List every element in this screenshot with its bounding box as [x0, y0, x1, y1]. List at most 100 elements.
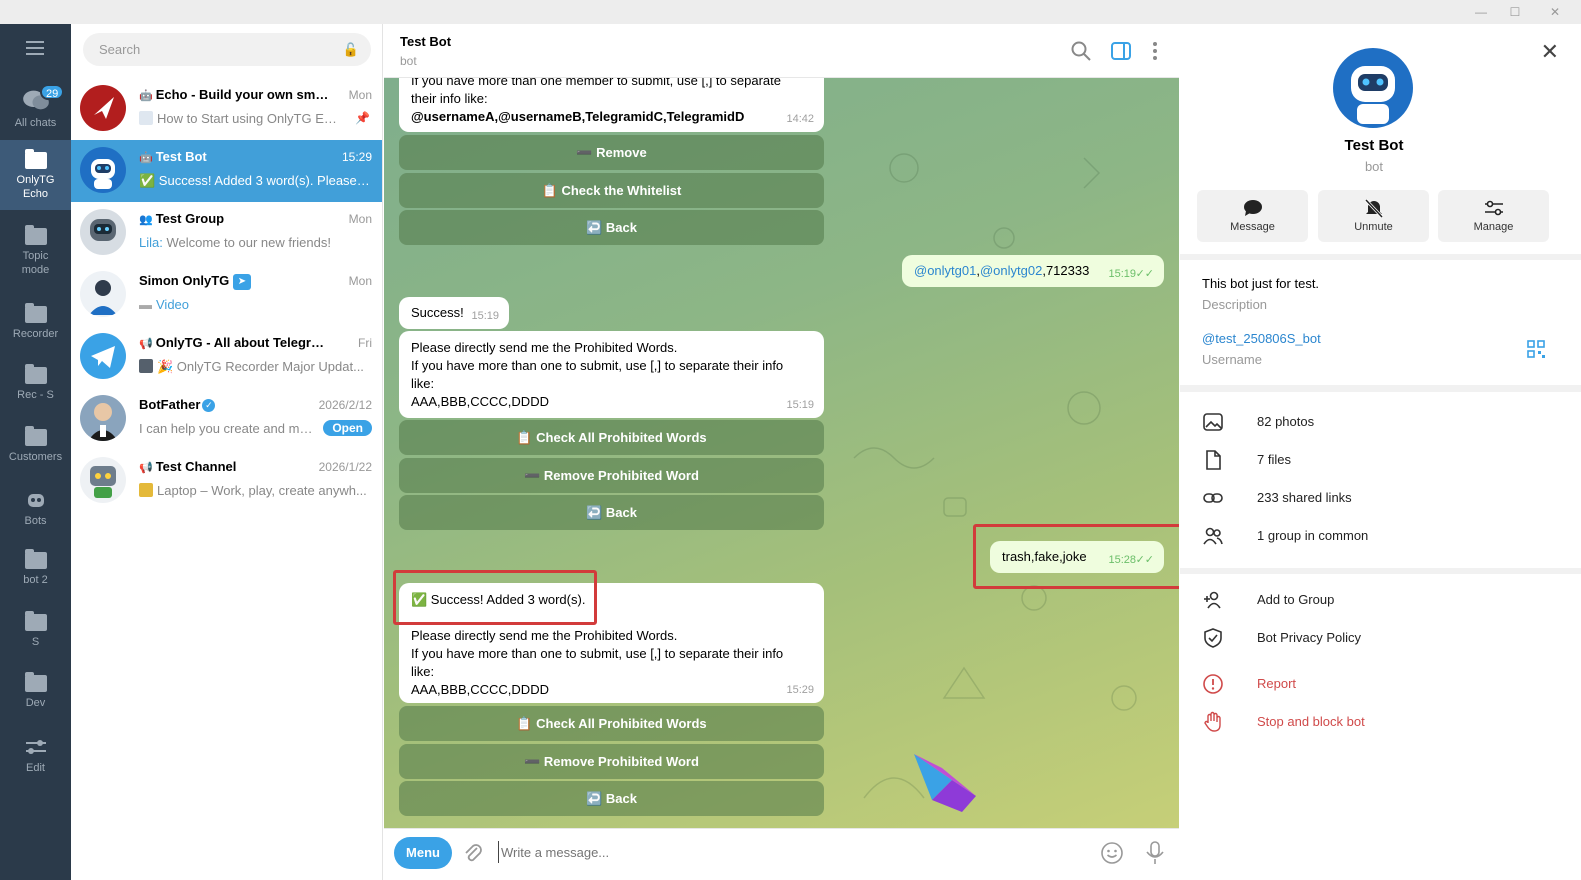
- folder-bot-2[interactable]: bot 2: [0, 540, 71, 601]
- inline-button-remove[interactable]: ➖ Remove: [399, 135, 824, 170]
- bot-icon: 🤖: [139, 152, 153, 164]
- folder-icon: [24, 364, 47, 384]
- add-to-group-row[interactable]: Add to Group: [1180, 582, 1581, 618]
- chat-row-simon[interactable]: Simon OnlyTG ➤ Mon ▬ Video: [71, 264, 382, 326]
- double-check-icon: ✓✓: [1135, 268, 1154, 280]
- folder-icon: [24, 225, 47, 245]
- chat-time: Mon: [348, 274, 372, 288]
- link-icon: [1203, 493, 1223, 503]
- window-close-button[interactable]: ✕: [1540, 2, 1570, 22]
- folder-onlytg-echo[interactable]: OnlyTG Echo: [0, 140, 71, 210]
- search-icon[interactable]: [1070, 40, 1092, 62]
- robot-avatar-icon: [90, 219, 116, 241]
- inline-button-back[interactable]: ↩️ Back: [399, 210, 824, 245]
- stop-block-row[interactable]: Stop and block bot: [1180, 704, 1581, 740]
- message-time: 15:29: [786, 684, 814, 696]
- avatar: [80, 147, 126, 193]
- unmute-button[interactable]: Unmute: [1318, 190, 1429, 242]
- manage-button[interactable]: Manage: [1438, 190, 1549, 242]
- search-input[interactable]: Search 🔓: [83, 33, 371, 66]
- message-text: their info like:: [411, 91, 488, 106]
- message-time: 15:19: [786, 399, 814, 411]
- folder-recorder[interactable]: Recorder: [0, 294, 71, 355]
- chat-messages-area[interactable]: If you have more than one member to subm…: [384, 78, 1179, 828]
- chat-row-onlytg-channel[interactable]: 📢 OnlyTG - All about Telegram Fri 🎉 OnlyT…: [71, 326, 382, 388]
- chat-row-echo[interactable]: 🤖 Echo - Build your own smar... Mon How t…: [71, 78, 382, 140]
- bot-icon: [27, 494, 44, 507]
- folder-topic-mode[interactable]: Topic mode: [0, 216, 71, 286]
- person-avatar-icon: [89, 280, 117, 315]
- files-row[interactable]: 7 files: [1180, 442, 1581, 478]
- chat-header[interactable]: Test Bot bot: [384, 24, 1179, 78]
- sliders-icon: [1484, 200, 1503, 216]
- minimize-button[interactable]: —: [1466, 2, 1496, 22]
- message-input[interactable]: [498, 841, 1058, 863]
- folder-all-chats[interactable]: 29 All chats: [0, 76, 71, 137]
- chat-row-test-bot[interactable]: 🤖 Test Bot 15:29 ✅ Success! Added 3 word(…: [71, 140, 382, 202]
- inline-button-remove-prohibited[interactable]: ➖ Remove Prohibited Word: [399, 458, 824, 493]
- bot-username[interactable]: @test_250806S_bot: [1202, 331, 1321, 346]
- folder-label: Bots: [24, 515, 47, 527]
- robot-avatar-icon: [1351, 66, 1395, 124]
- chat-header-subtitle: bot: [400, 54, 417, 68]
- inline-button-back[interactable]: ↩️ Back: [399, 781, 824, 816]
- message-text: If you have more than one to submit, use…: [411, 646, 784, 661]
- message-time: 14:42: [786, 113, 814, 125]
- inline-button-remove-prohibited[interactable]: ➖ Remove Prohibited Word: [399, 744, 824, 779]
- attach-icon[interactable]: [462, 842, 484, 864]
- avatar: [80, 271, 126, 317]
- message-bubble: Please directly send me the Prohibited W…: [399, 331, 824, 418]
- folder-bots[interactable]: Bots: [0, 478, 71, 539]
- action-label: Manage: [1473, 221, 1514, 233]
- message-text: like:: [411, 376, 435, 391]
- close-icon[interactable]: ✕: [1541, 41, 1559, 63]
- mention-link[interactable]: @onlytg01: [914, 263, 976, 278]
- message-composer: Menu: [384, 828, 1179, 880]
- groups-row[interactable]: 1 group in common: [1180, 518, 1581, 554]
- shield-icon: [1204, 628, 1222, 648]
- inline-button-check-whitelist[interactable]: 📋 Check the Whitelist: [399, 173, 824, 208]
- folder-rail: 29 All chats OnlyTG Echo Topic mode Reco…: [0, 24, 71, 880]
- sidebar-toggle-icon[interactable]: [1110, 40, 1132, 62]
- chat-title: Test Bot: [155, 149, 207, 164]
- qr-code-icon[interactable]: [1527, 340, 1545, 358]
- message-time: 15:19: [471, 310, 499, 322]
- links-row[interactable]: 233 shared links: [1180, 480, 1581, 516]
- main-menu-button[interactable]: [0, 28, 71, 62]
- folder-icon: [24, 149, 47, 169]
- report-row[interactable]: Report: [1180, 666, 1581, 702]
- chat-row-botfather[interactable]: BotFather ✓ 2026/2/12 I can help you crea…: [71, 388, 382, 450]
- inline-button-check-prohibited[interactable]: 📋 Check All Prohibited Words: [399, 706, 824, 741]
- chat-title: Test Channel: [155, 459, 237, 474]
- emoji-icon[interactable]: [1100, 841, 1124, 865]
- bot-menu-button[interactable]: Menu: [394, 837, 452, 869]
- folder-rec-s[interactable]: Rec - S: [0, 355, 71, 416]
- bot-actions-card: Add to Group Bot Privacy Policy Report S…: [1180, 574, 1581, 880]
- privacy-policy-row[interactable]: Bot Privacy Policy: [1180, 620, 1581, 656]
- highlight-box: [973, 524, 1179, 589]
- inline-button-back[interactable]: ↩️ Back: [399, 495, 824, 530]
- more-options-icon[interactable]: [1144, 40, 1166, 62]
- message-button[interactable]: Message: [1197, 190, 1308, 242]
- folder-icon: [24, 303, 47, 323]
- folder-edit[interactable]: Edit: [0, 725, 71, 786]
- chat-row-test-channel[interactable]: 📢 Test Channel 2026/1/22 Laptop – Work, p…: [71, 450, 382, 512]
- microphone-icon[interactable]: [1144, 840, 1166, 866]
- open-bot-button[interactable]: Open: [323, 420, 372, 436]
- folder-label: Customers: [8, 451, 63, 463]
- photos-row[interactable]: 82 photos: [1180, 404, 1581, 440]
- folder-label: All chats: [14, 117, 57, 129]
- lock-icon[interactable]: 🔓: [343, 33, 359, 66]
- chat-row-test-group[interactable]: 👥 Test Group Mon Lila: Welcome to our new…: [71, 202, 382, 264]
- folder-dev[interactable]: Dev: [0, 663, 71, 724]
- chat-header-title: Test Bot: [400, 34, 452, 49]
- group-icon: 👥: [139, 214, 153, 226]
- profile-name: Test Bot: [1344, 137, 1404, 154]
- add-to-group-label: Add to Group: [1257, 592, 1335, 607]
- mention-link[interactable]: @onlytg02: [980, 263, 1042, 278]
- maximize-button[interactable]: ☐: [1500, 2, 1530, 22]
- echo-logo-icon: [94, 97, 114, 119]
- folder-s[interactable]: S: [0, 602, 71, 663]
- folder-customers[interactable]: Customers: [0, 417, 71, 478]
- inline-button-check-prohibited[interactable]: 📋 Check All Prohibited Words: [399, 420, 824, 455]
